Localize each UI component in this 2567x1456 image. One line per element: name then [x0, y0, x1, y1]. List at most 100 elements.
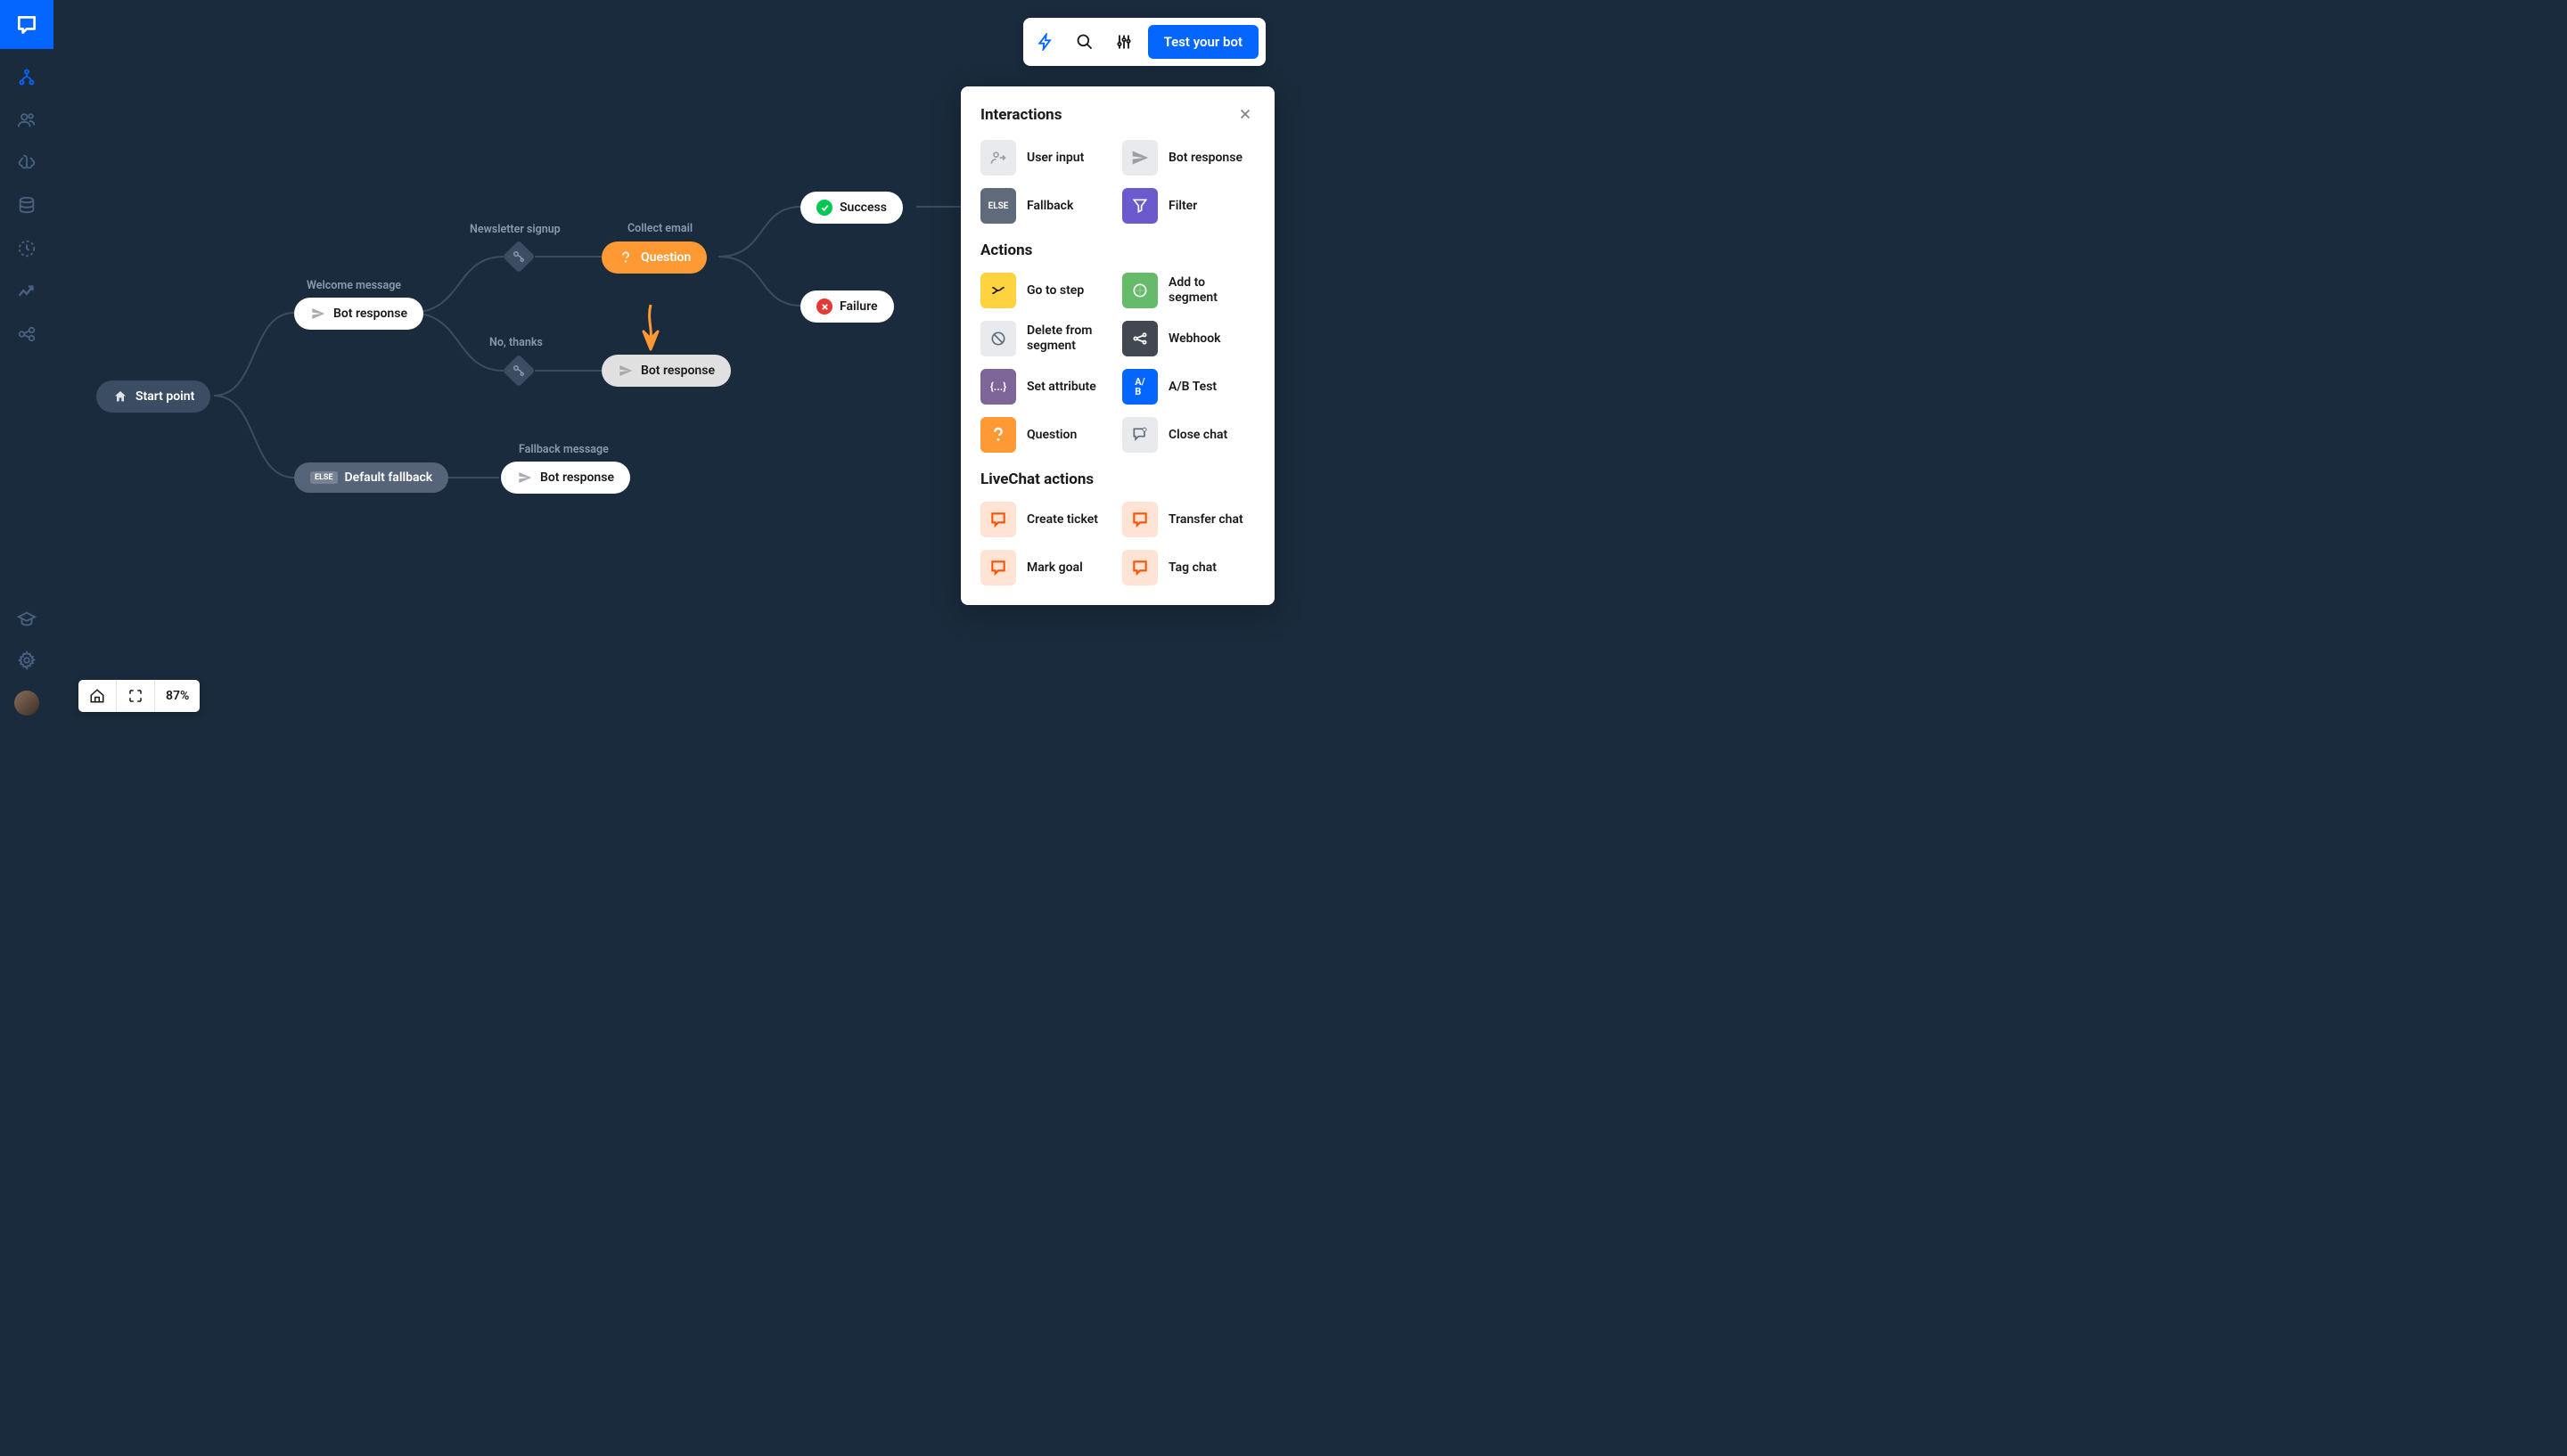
app-logo[interactable]	[0, 0, 53, 49]
node-title-welcome: Welcome message	[307, 279, 401, 292]
actions-title: Actions	[980, 241, 1255, 259]
livechat-grid: Create ticket Transfer chat Mark goal Tag c…	[980, 502, 1255, 585]
interactions-panel: Interactions User input Bot response ELSE F…	[961, 86, 1275, 605]
panel-item-label: Filter	[1169, 199, 1197, 214]
panel-item-chat[interactable]: Create ticket	[980, 502, 1113, 537]
home-icon	[112, 389, 128, 405]
node-bot-response-2[interactable]: Bot response	[602, 355, 731, 387]
node-title-collect: Collect email	[627, 222, 693, 235]
close-chat-icon	[1122, 417, 1158, 453]
panel-item-else[interactable]: ELSE Fallback	[980, 188, 1113, 224]
else-badge: ELSE	[310, 471, 338, 484]
node-label: Question	[641, 250, 691, 265]
webhook-icon	[1122, 321, 1158, 356]
chat-icon	[1122, 550, 1158, 585]
segment-del-icon	[980, 321, 1016, 356]
panel-item-chat[interactable]: Transfer chat	[1122, 502, 1255, 537]
panel-item-label: Set attribute	[1027, 380, 1096, 395]
nav-users-icon[interactable]	[16, 110, 37, 131]
node-label: Failure	[840, 299, 878, 314]
node-welcome-message[interactable]: Bot response	[294, 298, 423, 330]
actions-grid: Go to step Add to segment Delete from segm…	[980, 273, 1255, 453]
nav-clock-icon[interactable]	[16, 238, 37, 259]
filter-icon	[1122, 188, 1158, 224]
panel-item-segment-del[interactable]: Delete from segment	[980, 321, 1113, 356]
panel-item-label: Question	[1027, 428, 1077, 443]
x-icon	[816, 299, 832, 315]
panel-item-goto[interactable]: Go to step	[980, 273, 1113, 308]
panel-item-label: Add to segment	[1169, 275, 1255, 306]
node-label: Start point	[135, 389, 194, 404]
nav-trends-icon[interactable]	[16, 281, 37, 302]
abtest-icon: A/B	[1122, 369, 1158, 405]
node-fallback-bot-response[interactable]: Bot response	[501, 462, 630, 494]
node-label: Bot response	[641, 364, 715, 378]
sidebar	[0, 0, 53, 728]
panel-item-label: Go to step	[1027, 283, 1084, 299]
panel-item-label: Delete from segment	[1027, 323, 1113, 354]
expand-button[interactable]	[117, 680, 155, 712]
livechat-title: LiveChat actions	[980, 470, 1255, 488]
nav-flow-icon[interactable]	[16, 67, 37, 88]
panel-item-label: Mark goal	[1027, 560, 1083, 576]
panel-item-user-input[interactable]: User input	[980, 140, 1113, 176]
panel-item-segment-add[interactable]: Add to segment	[1122, 273, 1255, 308]
node-start-point[interactable]: Start point	[96, 380, 210, 413]
close-icon[interactable]	[1237, 106, 1255, 124]
home-button[interactable]	[78, 680, 117, 712]
nav-database-icon[interactable]	[16, 195, 37, 217]
send-icon	[310, 306, 326, 322]
panel-item-label: Fallback	[1027, 199, 1073, 214]
node-failure[interactable]: Failure	[800, 290, 894, 323]
goto-icon	[980, 273, 1016, 308]
panel-item-label: Webhook	[1169, 331, 1221, 347]
panel-item-label: User input	[1027, 151, 1084, 166]
panel-item-attribute[interactable]: {...} Set attribute	[980, 369, 1113, 405]
node-title-newsletter: Newsletter signup	[470, 223, 561, 236]
send-icon	[618, 363, 634, 379]
panel-item-question[interactable]: Question	[980, 417, 1113, 453]
send-icon	[517, 470, 533, 486]
panel-item-send[interactable]: Bot response	[1122, 140, 1255, 176]
node-question[interactable]: Question	[602, 241, 707, 274]
bottom-toolbar: 87%	[78, 680, 200, 712]
attribute-icon: {...}	[980, 369, 1016, 405]
nav-webhooks-icon[interactable]	[16, 323, 37, 345]
panel-item-label: A/B Test	[1169, 380, 1217, 395]
node-label: Default fallback	[345, 470, 433, 485]
chat-icon	[1122, 502, 1158, 537]
else-icon: ELSE	[980, 188, 1016, 224]
chat-icon	[980, 502, 1016, 537]
panel-item-chat[interactable]: Tag chat	[1122, 550, 1255, 585]
zoom-level[interactable]: 87%	[155, 680, 200, 712]
user-input-icon	[980, 140, 1016, 176]
node-newsletter-branch[interactable]	[504, 241, 534, 272]
interactions-grid: User input Bot response ELSE Fallback Filter	[980, 140, 1255, 224]
nav-settings-icon[interactable]	[16, 650, 37, 671]
node-label: Bot response	[333, 307, 407, 321]
question-icon	[618, 249, 634, 266]
node-label: Bot response	[540, 470, 614, 485]
panel-item-abtest[interactable]: A/B A/B Test	[1122, 369, 1255, 405]
panel-item-filter[interactable]: Filter	[1122, 188, 1255, 224]
arrow-annotation-1	[636, 303, 665, 353]
panel-item-close-chat[interactable]: Close chat	[1122, 417, 1255, 453]
chat-icon	[980, 550, 1016, 585]
node-label: Success	[840, 200, 887, 215]
panel-item-chat[interactable]: Mark goal	[980, 550, 1113, 585]
check-icon	[816, 200, 832, 216]
panel-item-webhook[interactable]: Webhook	[1122, 321, 1255, 356]
node-default-fallback[interactable]: ELSE Default fallback	[294, 462, 448, 493]
panel-title: Interactions	[980, 106, 1062, 124]
panel-item-label: Tag chat	[1169, 560, 1217, 576]
node-nothanks-branch[interactable]	[504, 356, 534, 386]
nav-academy-icon[interactable]	[16, 609, 37, 630]
node-title-nothanks: No, thanks	[489, 336, 543, 349]
nav-brain-icon[interactable]	[16, 152, 37, 174]
node-success[interactable]: Success	[800, 192, 903, 224]
node-title-fallback-msg: Fallback message	[519, 443, 609, 456]
panel-item-label: Transfer chat	[1169, 512, 1243, 528]
panel-item-label: Create ticket	[1027, 512, 1098, 528]
segment-add-icon	[1122, 273, 1158, 308]
user-avatar[interactable]	[14, 691, 39, 716]
